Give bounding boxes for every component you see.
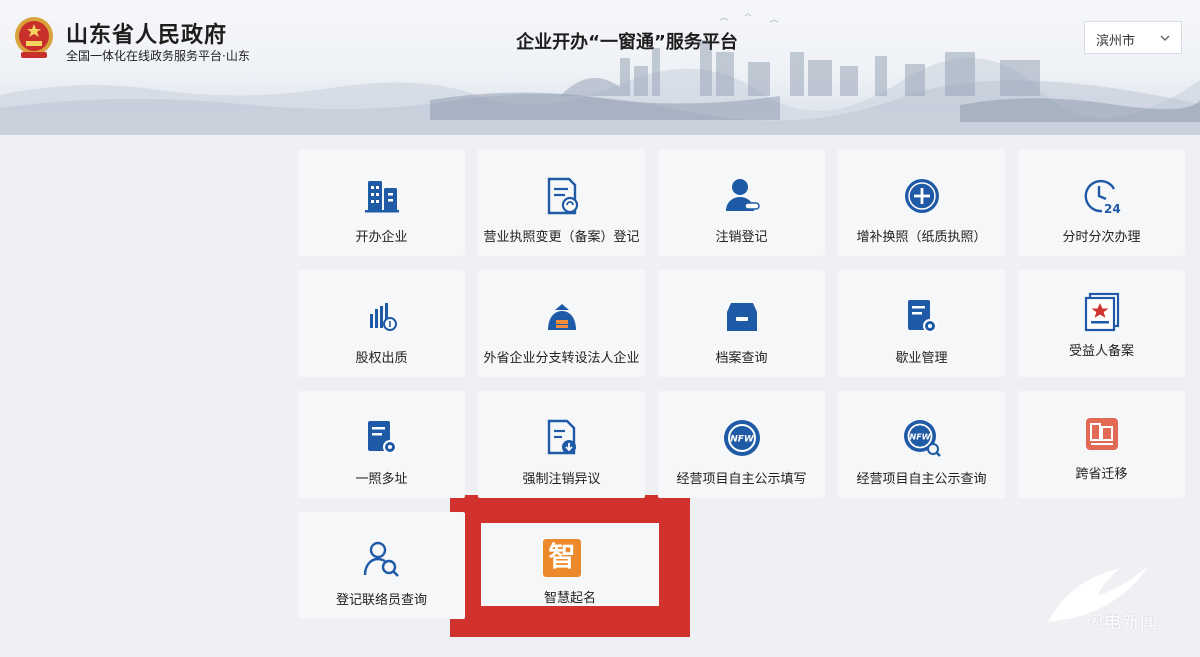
service-tile-branch-to-legal[interactable]: 外省企业分支转设法人企业	[478, 270, 645, 377]
service-tile-business-scope-publicity-fill[interactable]: NFW 经营项目自主公示填写	[658, 391, 825, 498]
money-bag-icon	[547, 304, 576, 330]
zhi-badge-icon: 智	[543, 539, 581, 577]
service-tile-beneficiary-filing[interactable]: 受益人备案	[1018, 270, 1185, 377]
service-tile-archive-query[interactable]: 档案查询	[658, 270, 825, 377]
service-label: 档案查询	[715, 351, 768, 366]
city-select[interactable]: 滨州市	[1084, 21, 1182, 54]
plus-circle-icon	[904, 179, 939, 213]
service-label: 股权出质	[355, 351, 408, 366]
nfw-search-icon: NFW	[903, 420, 941, 457]
service-label: 开办企业	[355, 230, 408, 245]
service-tile-equity-pledge[interactable]: 股权出质	[298, 270, 465, 377]
service-tile-forced-deregistration-objection[interactable]: 强制注销异议	[478, 391, 645, 498]
service-label: 外省企业分支转设法人企业	[483, 351, 640, 366]
service-label: 智慧起名	[543, 591, 596, 606]
service-label: 跨省迁移	[1075, 467, 1128, 482]
document-refresh-icon	[547, 177, 578, 215]
page-title: 企业开办“一窗通”服务平台	[516, 32, 738, 53]
watermark-text: 闪电新闻	[1086, 613, 1158, 633]
chevron-down-icon	[1160, 35, 1170, 41]
archive-box-icon	[726, 303, 757, 331]
building-icon	[364, 181, 399, 213]
migration-icon	[1085, 418, 1118, 450]
service-label: 经营项目自主公示查询	[856, 472, 987, 487]
certificate-star-icon	[1084, 292, 1119, 332]
service-label: 营业执照变更（备案）登记	[483, 230, 640, 245]
service-label: 登记联络员查询	[335, 593, 427, 608]
nfw-badge-icon: NFW	[723, 420, 760, 456]
service-label: 增补换照（纸质执照）	[856, 230, 987, 245]
service-label: 分时分次办理	[1062, 230, 1141, 245]
service-tile-deregistration[interactable]: 注销登记	[658, 149, 825, 256]
document-download-icon	[547, 419, 576, 455]
clock-24-icon: 24	[1084, 179, 1121, 216]
city-select-value: 滨州市	[1096, 34, 1136, 49]
service-label: 经营项目自主公示填写	[676, 472, 807, 487]
user-minus-icon	[725, 179, 760, 211]
service-tile-suspension[interactable]: 歇业管理	[838, 270, 1005, 377]
document-gear-icon	[907, 300, 937, 333]
watermark: 闪电新闻	[1040, 560, 1190, 640]
svg-text:NFW: NFW	[909, 433, 931, 442]
service-label: 歇业管理	[895, 351, 948, 366]
service-tile-license-change[interactable]: 营业执照变更（备案）登记	[478, 149, 645, 256]
zhi-badge-text: 智	[548, 542, 576, 573]
service-tile-smart-naming[interactable]: 智 智慧起名	[481, 523, 659, 606]
document-gear-icon	[367, 421, 397, 454]
user-search-icon	[363, 541, 399, 577]
service-tile-one-license-multi-address[interactable]: 一照多址	[298, 391, 465, 498]
service-tile-cross-province-migration[interactable]: 跨省迁移	[1018, 391, 1185, 498]
service-label: 受益人备案	[1068, 344, 1134, 359]
page-header: 山东省人民政府 全国一体化在线政务服务平台·山东 企业开办“一窗通”服务平台 滨…	[0, 0, 1200, 135]
service-label: 注销登记	[715, 230, 768, 245]
service-tile-start-business[interactable]: 开办企业	[298, 149, 465, 256]
bar-chart-icon	[369, 303, 397, 331]
service-label: 一照多址	[355, 472, 408, 487]
svg-text:NFW: NFW	[730, 435, 755, 445]
service-tile-time-split[interactable]: 24 分时分次办理	[1018, 149, 1185, 256]
service-tile-contact-person-query[interactable]: 登记联络员查询	[298, 512, 465, 619]
service-label: 强制注销异议	[522, 472, 601, 487]
svg-text:24: 24	[1104, 202, 1121, 216]
service-tile-business-scope-publicity-query[interactable]: NFW 经营项目自主公示查询	[838, 391, 1005, 498]
service-tile-license-reissue[interactable]: 增补换照（纸质执照）	[838, 149, 1005, 256]
